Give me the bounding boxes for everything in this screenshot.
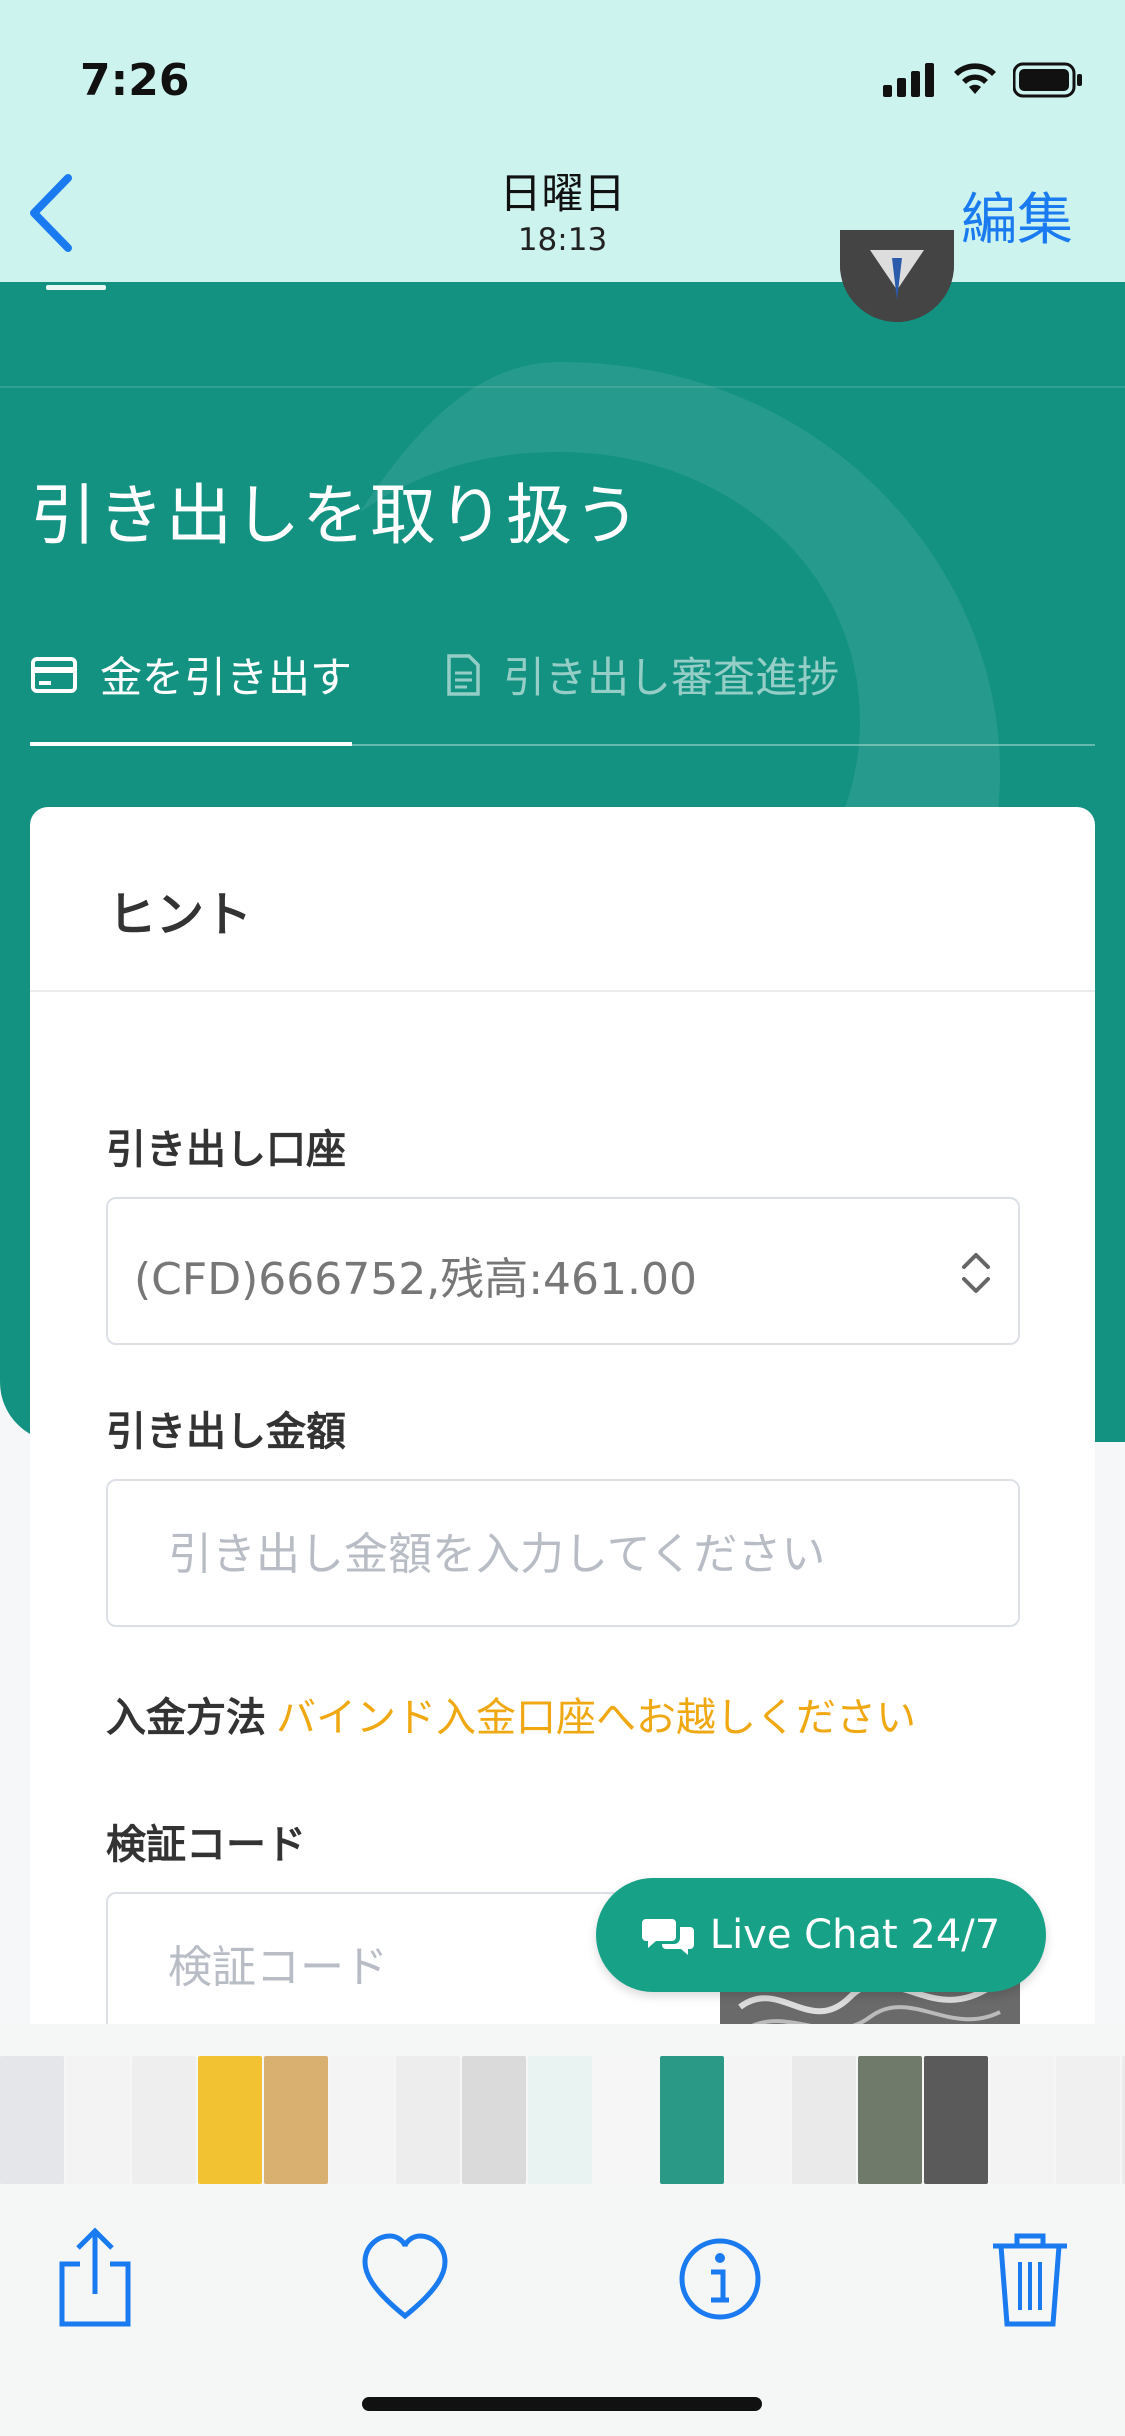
active-tab-indicator (30, 742, 352, 746)
photo-time-subtitle: 18:13 (517, 222, 608, 258)
photo-thumbnail[interactable] (462, 2056, 526, 2184)
menu-icon[interactable] (46, 285, 106, 290)
tab-withdraw-label: 金を引き出す (100, 653, 353, 702)
card-divider (30, 990, 1095, 992)
tab-withdraw-progress-label: 引き出し審査進捗 (503, 653, 840, 702)
trash-icon[interactable] (985, 2224, 1075, 2334)
photo-thumbnail[interactable] (198, 2056, 262, 2184)
wifi-icon (954, 63, 996, 94)
code-label: 検証コード (106, 1822, 306, 1868)
photo-thumbnail[interactable] (396, 2056, 460, 2184)
photo-thumbnail[interactable] (594, 2056, 658, 2184)
account-select-value: (CFD)666752,残高:461.00 (134, 1254, 697, 1305)
tab-bar: 金を引き出す 引き出し審査進捗 (30, 636, 1095, 746)
live-chat-button[interactable]: Live Chat 24/7 (596, 1878, 1046, 1992)
heart-icon[interactable] (360, 2224, 450, 2334)
photos-header: 7:26 日曜日 18:13 編集 (0, 0, 1125, 282)
live-chat-label: Live Chat 24/7 (709, 1912, 1001, 1958)
deposit-account-link[interactable]: バインド入金口座へお越しください (276, 1695, 916, 1741)
amount-label: 引き出し金額 (106, 1409, 346, 1455)
account-label: 引き出し口座 (106, 1127, 346, 1173)
photo-filmstrip[interactable] (0, 2056, 1125, 2184)
photo-thumbnail[interactable] (264, 2056, 328, 2184)
photos-bottom-bar (0, 2024, 1125, 2436)
photo-thumbnail[interactable] (924, 2056, 988, 2184)
chat-bubbles-icon (641, 1919, 694, 1955)
tab-withdraw-progress[interactable]: 引き出し審査進捗 (445, 644, 839, 705)
photo-thumbnail[interactable] (330, 2056, 394, 2184)
card-icon (31, 656, 77, 693)
signal-icon (883, 63, 934, 97)
battery-icon (1013, 62, 1082, 98)
hint-title: ヒント (108, 887, 253, 943)
photo-thumbnail[interactable] (990, 2056, 1054, 2184)
status-icons (883, 62, 1083, 98)
photo-date-title: 日曜日 (499, 169, 626, 218)
photos-toolbar (0, 2224, 1125, 2354)
account-select[interactable]: (CFD)666752,残高:461.00 (106, 1197, 1020, 1345)
info-icon[interactable] (675, 2224, 765, 2334)
header-divider (0, 386, 1125, 388)
photo-thumbnail[interactable] (1056, 2056, 1120, 2184)
photo-thumbnail[interactable] (792, 2056, 856, 2184)
share-icon[interactable] (50, 2224, 140, 2334)
amount-input[interactable] (168, 1521, 988, 1587)
photo-thumbnail[interactable] (0, 2056, 64, 2184)
photo-thumbnail[interactable] (132, 2056, 196, 2184)
amount-field[interactable] (106, 1479, 1020, 1627)
home-indicator[interactable] (362, 2397, 762, 2411)
tab-withdraw[interactable]: 金を引き出す (30, 644, 352, 705)
photo-thumbnail[interactable] (66, 2056, 130, 2184)
document-icon (447, 653, 480, 696)
deposit-method: 入金方法 バインド入金口座へお越しください (106, 1685, 916, 1743)
select-chevron-icon (962, 1253, 990, 1293)
photo-thumbnail[interactable] (726, 2056, 790, 2184)
photo-thumbnail[interactable] (858, 2056, 922, 2184)
photo-thumbnail[interactable] (660, 2056, 724, 2184)
page-title: 引き出しを取り扱う (30, 477, 642, 554)
edit-button[interactable]: 編集 (961, 175, 1073, 256)
photo-thumbnail[interactable] (528, 2056, 592, 2184)
status-time: 7:26 (80, 55, 190, 106)
deposit-label: 入金方法 (106, 1695, 266, 1741)
